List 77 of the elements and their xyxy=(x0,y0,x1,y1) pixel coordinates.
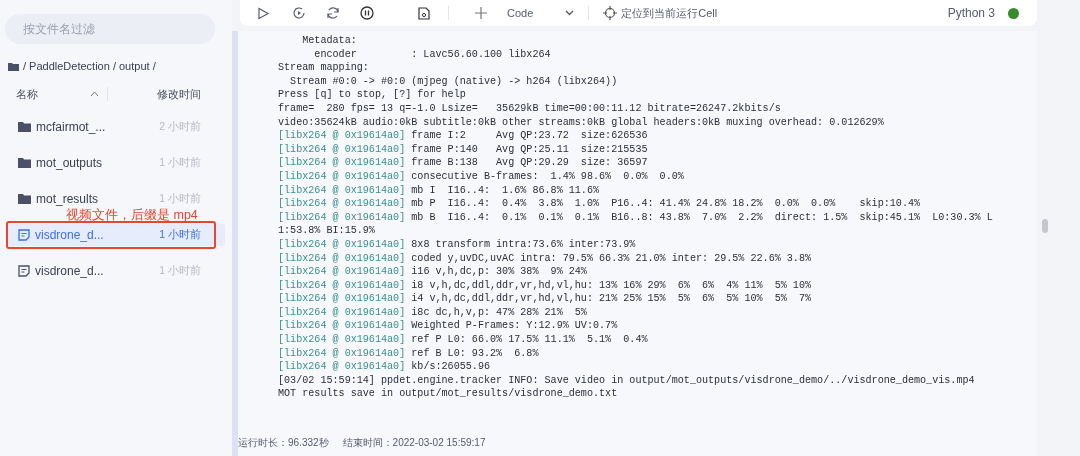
log-tag: [libx264 @ 0x19614a0] xyxy=(278,252,406,264)
log-line: mb P I16..4: 0.4% 3.8% 1.0% P16..4: 41.4% 24.8% 18.2% 0.0% 0.0% skip:10.4% xyxy=(411,198,921,210)
log-tag: [libx264 @ 0x19614a0] xyxy=(278,198,406,210)
column-header[interactable]: 修改时间 xyxy=(157,85,201,103)
add-icon[interactable] xyxy=(475,7,487,19)
log-line: video:35624kB audio:0kB subtitle:0kB other streams:0kB global headers:0kB muxing overhead: 0.012629% xyxy=(278,116,884,128)
locate-running-cell-button[interactable]: 定位到当前运行Cell xyxy=(603,4,718,22)
column-header[interactable]: 名称 xyxy=(16,85,38,103)
log-tag: [libx264 @ 0x19614a0] xyxy=(278,361,406,373)
annotation-text: 视频文件，后缀是 mp4 xyxy=(66,209,198,221)
folder-icon xyxy=(8,61,19,71)
file-name: mot_outputs xyxy=(36,155,103,172)
log-tag: [libx264 @ 0x19614a0] xyxy=(278,279,406,291)
log-line: Stream #0:0 -> #0:0 (mjpeg (native) -> h264 (libx264)) xyxy=(289,75,618,87)
log-tag: [libx264 @ 0x19614a0] xyxy=(278,293,406,305)
cell-type-dropdown[interactable]: Code xyxy=(507,4,575,22)
file-icon xyxy=(18,265,30,277)
end-time: 结束时间：2022-03-02 15:59:17 xyxy=(342,436,486,450)
log-line: i4 v,h,dc,ddl,ddr,vr,hd,vl,hu: 21% 25% 15% 5% 6% 5% 10% 5% 7% xyxy=(411,293,812,305)
log-line: mb I I16..4: 1.6% 86.8% 11.6% xyxy=(411,184,600,196)
log-line: Metadata: xyxy=(301,35,357,46)
caret-icon xyxy=(565,10,575,16)
log-line: [03/02 15:59:14] ppdet.engine.tracker INFO: Save video in output/mot_outputs/visdrone_demo/../visdrone_demo_vis.mp4 xyxy=(278,374,975,386)
log-line: ref B L0: 93.2% 6.8% xyxy=(411,347,539,359)
log-tag: [libx264 @ 0x19614a0] xyxy=(278,347,406,359)
log-line: consecutive B-frames: 1.4% 98.6% 0.0% 0.0% xyxy=(411,170,684,182)
pause-icon[interactable] xyxy=(360,6,374,20)
log-tag: [libx264 @ 0x19614a0] xyxy=(278,306,406,318)
modified-time: 1 小时前 xyxy=(159,227,201,243)
log-line: frame P:140 Avg QP:25.11 size:215535 xyxy=(411,143,648,155)
file-icon xyxy=(18,229,30,241)
run-icon[interactable] xyxy=(257,6,270,20)
folder-icon xyxy=(18,122,31,132)
log-line: encoder : Lavc56.60.100 libx264 xyxy=(313,48,551,60)
log-line: 1:53.8% BI:15.9% xyxy=(278,225,375,237)
log-line: Stream mapping: xyxy=(278,62,369,74)
log-tag: [libx264 @ 0x19614a0] xyxy=(278,238,406,250)
file-row[interactable]: visdrone_d... 1 小时前 xyxy=(7,224,225,246)
folder-icon xyxy=(18,158,31,168)
log-tag: [libx264 @ 0x19614a0] xyxy=(278,184,406,196)
log-line: Press [q] to stop, [?] for help xyxy=(278,89,466,101)
log-line: frame= 280 fps= 13 q=-1.0 Lsize= 35629kB time=00:00:11.12 bitrate=26247.2kbits/s xyxy=(278,102,781,114)
log-line: coded y,uvDC,uvAC intra: 79.5% 66.3% 21.0% inter: 29.5% 22.6% 3.8% xyxy=(411,252,812,264)
file-name: mcfairmot_... xyxy=(36,119,106,136)
log-line: kb/s:26055.96 xyxy=(411,361,490,373)
run-all-icon[interactable] xyxy=(292,6,306,20)
file-name: mot_results xyxy=(36,191,99,208)
crosshair-icon xyxy=(603,6,618,20)
log-line: i16 v,h,dc,p: 30% 38% 9% 24% xyxy=(411,266,587,278)
log-tag: [libx264 @ 0x19614a0] xyxy=(278,130,406,142)
log-tag: [libx264 @ 0x19614a0] xyxy=(278,143,406,155)
log-line: frame I:2 Avg QP:23.72 size:626536 xyxy=(411,130,648,142)
run-duration: 运行时长：96.332秒 xyxy=(238,436,329,450)
scrollbar-thumb[interactable] xyxy=(1042,219,1048,233)
file-name: visdrone_d... xyxy=(35,227,104,244)
log-line: MOT results save in output/mot_results/visdrone_demo.txt xyxy=(278,388,618,400)
log-tag: [libx264 @ 0x19614a0] xyxy=(278,266,406,278)
breadcrumb[interactable]: / PaddleDetection / output / xyxy=(23,57,156,75)
log-tag: [libx264 @ 0x19614a0] xyxy=(278,334,406,346)
log-line: Weighted P-Frames: Y:12.9% UV:0.7% xyxy=(411,320,618,332)
log-tag: [libx264 @ 0x19614a0] xyxy=(278,157,406,169)
file-name: visdrone_d... xyxy=(35,263,104,280)
log-line: 8x8 transform intra:73.6% inter:73.9% xyxy=(411,238,636,250)
folder-icon xyxy=(18,194,31,204)
filter-field[interactable]: 按文件名过滤 xyxy=(5,14,215,44)
log-line: mb B I16..4: 0.1% 0.1% 0.1% B16..8: 43.8% 7.0% 2.2% direct: 1.5% skip:45.1% L0:30.3% L xyxy=(411,211,993,223)
log-tag: [libx264 @ 0x19614a0] xyxy=(278,170,406,182)
log-line: i8 v,h,dc,ddl,ddr,vr,hd,vl,hu: 13% 16% 29% 6% 6% 4% 11% 5% 10% xyxy=(411,279,812,291)
restart-icon[interactable] xyxy=(326,6,340,20)
log-line: ref P L0: 66.0% 17.5% 11.1% 5.1% 0.4% xyxy=(411,334,648,346)
log-tag: [libx264 @ 0x19614a0] xyxy=(278,211,406,223)
log-line: frame B:138 Avg QP:29.29 size: 36597 xyxy=(411,157,648,169)
log-line: i8c dc,h,v,p: 47% 28% 21% 5% xyxy=(411,306,587,318)
kernel-name[interactable]: Python 3 xyxy=(947,4,995,22)
log-tag: [libx264 @ 0x19614a0] xyxy=(278,320,406,332)
sort-icon[interactable] xyxy=(90,91,99,97)
save-icon[interactable] xyxy=(418,6,430,20)
